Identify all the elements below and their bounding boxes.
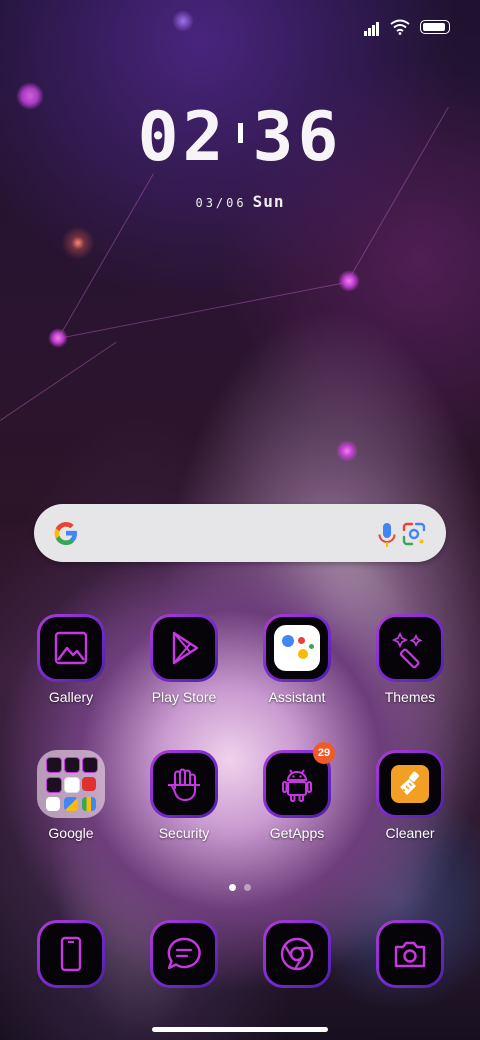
star-glow [48,328,68,348]
signal-icon [364,18,380,36]
camera-icon [394,941,426,968]
clock-minutes: 36 [252,98,343,177]
app-play-store[interactable]: Play Store [134,614,234,705]
page-indicator[interactable] [0,878,480,896]
clock-widget[interactable]: 02 36 [0,98,480,177]
mic-icon[interactable] [376,521,398,549]
date-display: 03/06 Sun [0,192,480,211]
google-g-icon [54,522,77,545]
constellation-line [58,280,353,339]
battery-icon [420,20,450,34]
themes-icon [391,631,423,668]
page-dot [244,884,251,891]
dock-messages[interactable] [134,920,234,988]
app-label: Play Store [151,689,217,705]
app-getapps[interactable]: 29 GetApps [247,742,347,841]
play-store-icon [172,631,199,665]
app-label: Assistant [268,689,326,705]
star-glow [336,440,358,462]
app-label: Google [48,825,94,841]
dock-phone[interactable] [21,920,121,988]
chrome-icon [280,937,314,971]
security-icon [168,768,200,802]
star-glow [338,270,360,292]
clock-hours: 02 [137,98,228,177]
clock-separator [237,123,243,144]
getapps-icon [282,769,312,802]
messages-icon [167,937,201,970]
folder-icon [37,750,105,818]
folder-google[interactable]: Google [21,750,121,841]
app-cleaner[interactable]: Cleaner [360,750,460,841]
google-lens-icon[interactable] [401,521,427,547]
app-label: Cleaner [385,825,435,841]
app-label: Security [158,825,210,841]
gallery-icon [54,631,88,665]
app-label: GetApps [269,825,325,841]
date-day: 03/06 [195,196,247,210]
phone-icon [60,936,82,972]
notification-badge: 29 [313,742,335,764]
app-gallery[interactable]: Gallery [21,614,121,705]
assistant-icon [274,625,320,671]
constellation-line [0,341,117,421]
dock-chrome[interactable] [247,920,347,988]
gesture-navigation-bar[interactable] [152,1027,328,1032]
app-label: Gallery [48,689,94,705]
page-dot-active [229,884,236,891]
date-weekday: Sun [252,192,285,211]
status-bar [364,18,450,36]
app-label: Themes [384,689,436,705]
app-assistant[interactable]: Assistant [247,614,347,705]
google-search-bar[interactable] [34,504,446,562]
app-themes[interactable]: Themes [360,614,460,705]
app-security[interactable]: Security [134,750,234,841]
dock-camera[interactable] [360,920,460,988]
star-glow [60,225,96,261]
cleaner-icon [391,765,429,803]
star-glow [172,10,194,32]
wifi-icon [390,19,410,35]
